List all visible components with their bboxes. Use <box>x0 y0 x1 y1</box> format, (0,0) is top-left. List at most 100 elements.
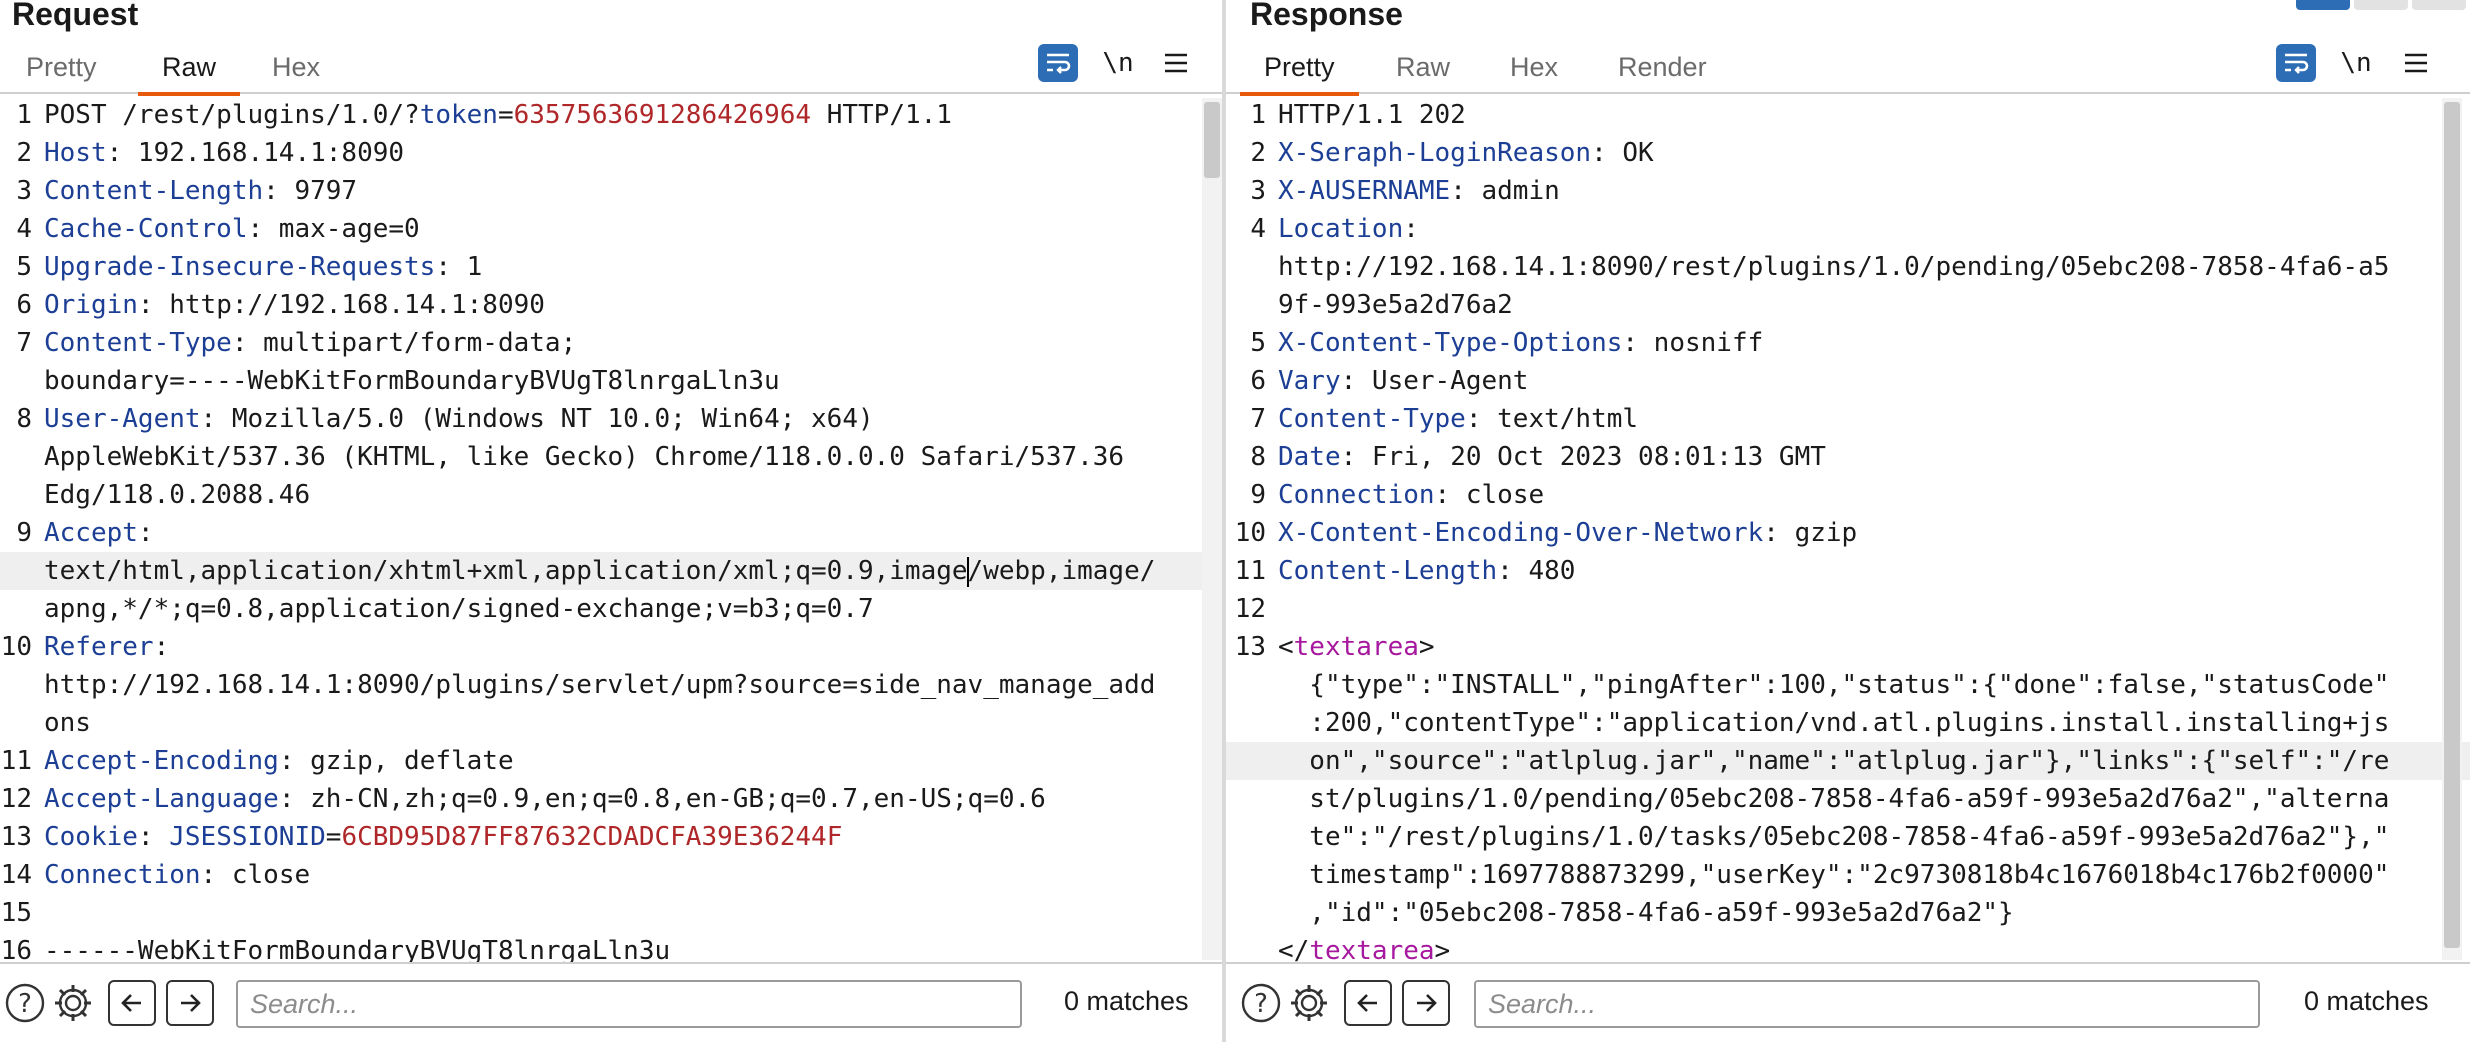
hdr-token: Location <box>1278 214 1404 244</box>
code-line: 12 <box>1226 590 2470 628</box>
line-number: 7 <box>1250 404 1266 434</box>
tag-token: textarea <box>1293 632 1419 662</box>
request-menu-icon[interactable] <box>1156 44 1196 82</box>
response-next-match-button[interactable] <box>1402 980 1450 1026</box>
code-line: 2 Host: 192.168.14.1:8090 <box>0 134 1222 172</box>
request-title: Request <box>12 0 139 32</box>
hdr-token: X-AUSERNAME <box>1278 176 1451 206</box>
text-token: : <box>137 518 154 548</box>
response-previous-match-button[interactable] <box>1344 980 1392 1026</box>
code-line: Edg/118.0.2088.46 <box>0 476 1222 514</box>
response-scroll-thumb[interactable] <box>2444 102 2460 948</box>
response-menu-icon[interactable] <box>2396 44 2436 82</box>
settings-gear-icon[interactable] <box>52 982 94 1024</box>
text-token: apng,*/*;q=0.8,application/signed-exchan… <box>44 594 874 624</box>
code-line: 8 Date: Fri, 20 Oct 2023 08:01:13 GMT <box>1226 438 2470 476</box>
hdr-token: Referer <box>44 632 154 662</box>
line-number: 3 <box>1250 176 1266 206</box>
request-tab-hex[interactable]: Hex <box>268 50 324 92</box>
line-content: Origin: http://192.168.14.1:8090 <box>44 286 545 324</box>
line-number: 1 <box>16 100 32 130</box>
text-token: : gzip <box>1763 518 1858 548</box>
hdr-token: Accept-Encoding <box>44 746 279 776</box>
layout-tabs-button[interactable] <box>2412 0 2466 10</box>
code-line: 9 Connection: close <box>1226 476 2470 514</box>
line-content: X-Content-Type-Options: nosniff <box>1278 324 1763 362</box>
line-number: 3 <box>16 176 32 206</box>
line-number: 15 <box>0 898 32 928</box>
line-content: Vary: User-Agent <box>1278 362 1528 400</box>
layout-side-by-side-button[interactable] <box>2296 0 2350 10</box>
text-token: : <box>153 632 170 662</box>
response-search-input[interactable] <box>1474 980 2260 1028</box>
next-match-button[interactable] <box>166 980 214 1026</box>
text-token: HTTP/1.1 202 <box>1278 100 1466 130</box>
line-number: 6 <box>1250 366 1266 396</box>
arrow-left-icon <box>1357 994 1377 1012</box>
hdr-token: Content-Type <box>44 328 232 358</box>
response-help-icon[interactable]: ? <box>1240 982 1282 1024</box>
text-token: : 1 <box>435 252 483 282</box>
line-content: Host: 192.168.14.1:8090 <box>44 134 404 172</box>
line-content: Connection: close <box>1278 476 1544 514</box>
response-searchbar: ? 0 matches <box>1226 962 2470 1042</box>
text-token: : Fri, 20 Oct 2023 08:01:13 GMT <box>1340 442 1826 472</box>
response-wrap-lines-button[interactable] <box>2276 44 2316 82</box>
request-tab-raw[interactable]: Raw <box>137 50 241 96</box>
request-search-input[interactable] <box>236 980 1022 1028</box>
line-content: Referer: <box>44 628 169 666</box>
text-token: : <box>137 822 170 852</box>
line-content: </textarea> <box>1278 932 1450 962</box>
param-token: JSESSIONID <box>169 822 326 852</box>
request-editor[interactable]: 1 POST /rest/plugins/1.0/?token=635756369… <box>0 96 1222 962</box>
line-number: 2 <box>1250 138 1266 168</box>
hdr-token: Cache-Control <box>44 214 248 244</box>
hdr-token: X-Seraph-LoginReason <box>1278 138 1592 168</box>
text-token: : 9797 <box>263 176 358 206</box>
hdr-token: Connection <box>44 860 201 890</box>
line-number: 8 <box>16 404 32 434</box>
code-line: 5 Upgrade-Insecure-Requests: 1 <box>0 248 1222 286</box>
line-content: POST /rest/plugins/1.0/?token=6357563691… <box>44 96 952 134</box>
line-content: Date: Fri, 20 Oct 2023 08:01:13 GMT <box>1278 438 1826 476</box>
code-line: 13 <textarea> <box>1226 628 2470 666</box>
line-content: apng,*/*;q=0.8,application/signed-exchan… <box>44 590 874 628</box>
line-number: 13 <box>0 822 32 852</box>
line-content: on","source":"atlplug.jar","name":"atlpl… <box>1278 742 2389 780</box>
line-number: 8 <box>1250 442 1266 472</box>
previous-match-button[interactable] <box>108 980 156 1026</box>
request-scrollbar[interactable] <box>1202 98 1222 960</box>
code-line: 6 Origin: http://192.168.14.1:8090 <box>0 286 1222 324</box>
wrap-lines-button[interactable] <box>1038 44 1078 82</box>
code-line: 1 POST /rest/plugins/1.0/?token=635756369… <box>0 96 1222 134</box>
line-number: 10 <box>1234 518 1266 548</box>
response-tab-pretty[interactable]: Pretty <box>1240 50 1358 96</box>
layout-vertical-button[interactable] <box>2354 0 2408 10</box>
response-tab-raw[interactable]: Raw <box>1392 50 1454 92</box>
request-scroll-thumb[interactable] <box>1204 102 1220 178</box>
code-line: 4 Location: <box>1226 210 2470 248</box>
hdr-token: Connection <box>1278 480 1435 510</box>
hdr-token: Host <box>44 138 107 168</box>
code-line: 4 Cache-Control: max-age=0 <box>0 210 1222 248</box>
response-tab-render[interactable]: Render <box>1614 50 1711 92</box>
help-icon[interactable]: ? <box>4 982 46 1024</box>
code-line: AppleWebKit/537.36 (KHTML, like Gecko) C… <box>0 438 1222 476</box>
request-tab-pretty[interactable]: Pretty <box>22 50 101 92</box>
line-content: Upgrade-Insecure-Requests: 1 <box>44 248 482 286</box>
line-content: {"type":"INSTALL","pingAfter":100,"statu… <box>1278 666 2389 704</box>
code-line: text/html,application/xhtml+xml,applicat… <box>0 552 1222 590</box>
line-number: 11 <box>0 746 32 776</box>
show-newlines-button[interactable]: \n <box>1098 44 1138 82</box>
response-scrollbar[interactable] <box>2442 98 2462 960</box>
response-settings-gear-icon[interactable] <box>1288 982 1330 1024</box>
response-tab-hex[interactable]: Hex <box>1506 50 1562 92</box>
code-line: {"type":"INSTALL","pingAfter":100,"statu… <box>1226 666 2470 704</box>
line-content: 9f-993e5a2d76a2 <box>1278 286 1513 324</box>
response-show-newlines-button[interactable]: \n <box>2336 44 2376 82</box>
text-token: http://192.168.14.1:8090/plugins/servlet… <box>44 670 1156 700</box>
code-line: 9f-993e5a2d76a2 <box>1226 286 2470 324</box>
line-content: Cookie: JSESSIONID=6CBD95D87FF87632CDADC… <box>44 818 842 856</box>
response-editor[interactable]: 1 HTTP/1.1 202 2 X-Seraph-LoginReason: OK 3 X… <box>1226 96 2470 962</box>
line-content: Edg/118.0.2088.46 <box>44 476 310 514</box>
